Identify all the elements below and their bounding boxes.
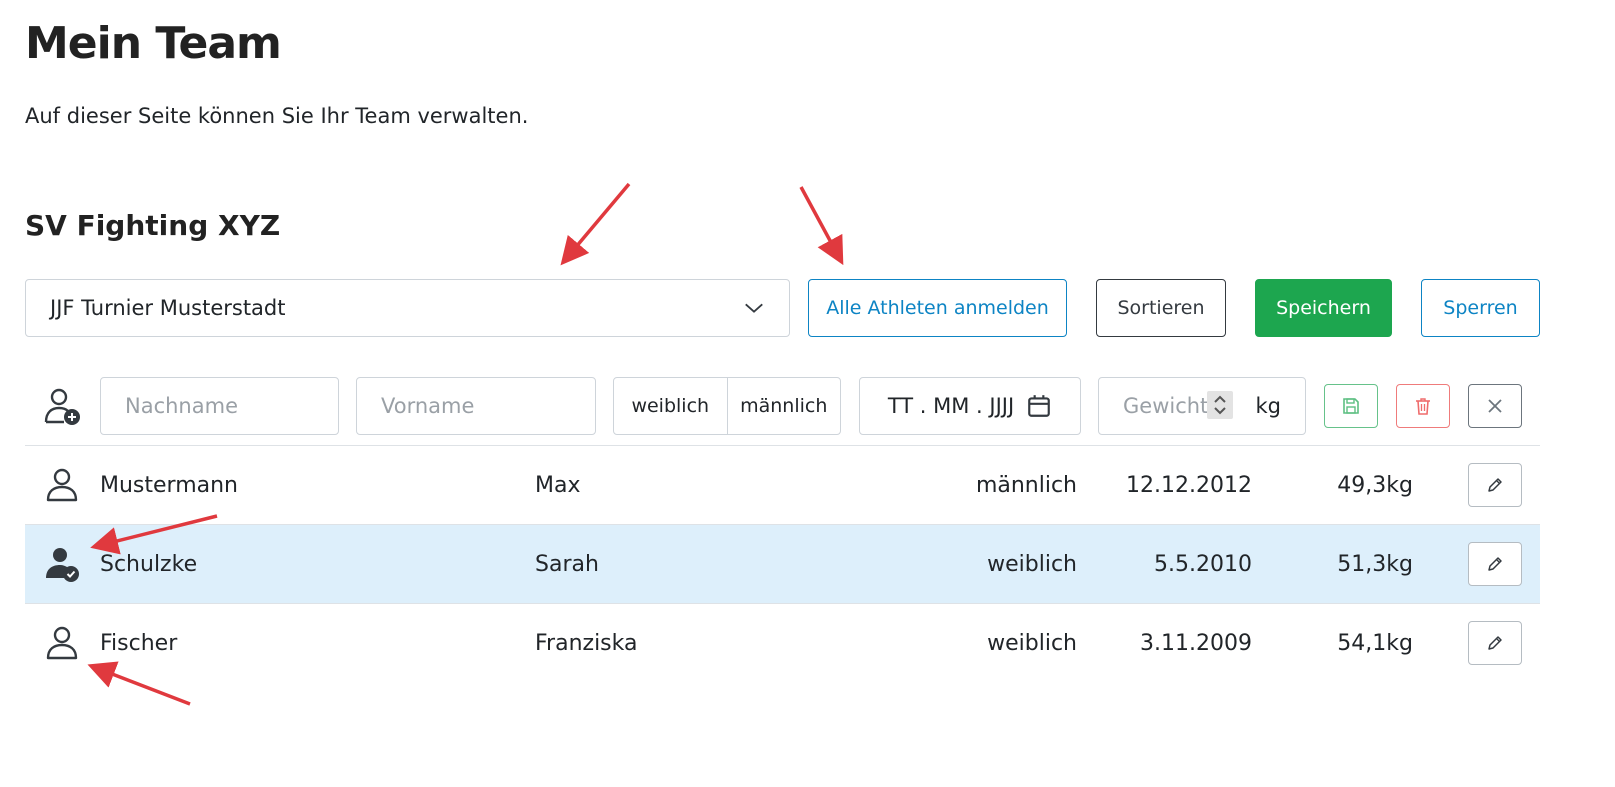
user-registered-icon[interactable] <box>43 545 81 583</box>
floppy-disk-icon <box>1343 398 1359 414</box>
athlete-firstname: Max <box>535 472 581 498</box>
weight-placeholder: Gewicht <box>1123 394 1209 418</box>
pencil-icon <box>1488 557 1502 571</box>
athlete-gender: weiblich <box>987 631 1077 656</box>
table-row: Fischer Franziska weiblich 3.11.2009 54,… <box>25 604 1540 683</box>
page-title: Mein Team <box>25 18 282 69</box>
birthdate-input[interactable]: TT . MM . JJJJ <box>859 377 1081 435</box>
annotation-arrow <box>560 182 631 266</box>
athlete-firstname: Sarah <box>535 551 599 577</box>
weight-unit: kg <box>1255 394 1282 418</box>
firstname-input[interactable] <box>356 377 596 435</box>
tournament-select[interactable]: JJF Turnier Musterstadt <box>25 279 790 337</box>
athlete-firstname: Franziska <box>535 631 638 656</box>
table-row: Schulzke Sarah weiblich 5.5.2010 51,3kg <box>25 525 1540 604</box>
gender-female-option[interactable]: weiblich <box>614 378 727 434</box>
athlete-gender: männlich <box>975 472 1077 498</box>
pencil-icon <box>1488 636 1502 650</box>
save-new-athlete-button[interactable] <box>1324 384 1378 428</box>
user-outline-icon[interactable] <box>43 466 81 504</box>
sort-button[interactable]: Sortieren <box>1096 279 1226 337</box>
edit-athlete-button[interactable] <box>1468 542 1522 586</box>
delete-new-athlete-button[interactable] <box>1396 384 1450 428</box>
calendar-icon[interactable] <box>1026 393 1052 419</box>
athlete-birthdate: 5.5.2010 <box>1154 551 1252 577</box>
gender-male-option[interactable]: männlich <box>726 378 841 434</box>
athlete-lastname: Mustermann <box>100 472 239 498</box>
birthdate-placeholder: TT . MM . JJJJ <box>887 394 1015 418</box>
edit-athlete-button[interactable] <box>1468 621 1522 665</box>
athlete-birthdate: 3.11.2009 <box>1140 631 1252 656</box>
athlete-lastname: Schulzke <box>100 551 198 577</box>
chevron-down-icon <box>745 303 763 313</box>
save-button[interactable]: Speichern <box>1255 279 1392 337</box>
athlete-weight: 54,1kg <box>1337 631 1413 656</box>
trash-icon <box>1416 398 1430 415</box>
athlete-lastname: Fischer <box>100 631 178 656</box>
lock-button[interactable]: Sperren <box>1421 279 1540 337</box>
team-name: SV Fighting XYZ <box>25 209 281 242</box>
cancel-new-athlete-button[interactable] <box>1468 384 1522 428</box>
pencil-icon <box>1488 478 1502 492</box>
annotation-arrow <box>799 186 844 266</box>
page-description: Auf dieser Seite können Sie Ihr Team ver… <box>25 104 529 128</box>
lastname-input[interactable] <box>100 377 339 435</box>
weight-spinner-icon[interactable] <box>1207 391 1233 419</box>
register-all-athletes-button[interactable]: Alle Athleten anmelden <box>808 279 1067 337</box>
close-icon <box>1488 399 1502 413</box>
table-row: Mustermann Max männlich 12.12.2012 49,3k… <box>25 446 1540 525</box>
tournament-select-value: JJF Turnier Musterstadt <box>50 296 286 320</box>
edit-athlete-button[interactable] <box>1468 463 1522 507</box>
athlete-gender: weiblich <box>987 551 1077 577</box>
gender-toggle-group: weiblich männlich <box>613 377 841 435</box>
athlete-weight: 49,3kg <box>1337 472 1413 498</box>
user-outline-icon[interactable] <box>43 624 81 662</box>
add-user-icon[interactable] <box>42 386 84 428</box>
athlete-birthdate: 12.12.2012 <box>1126 472 1252 498</box>
weight-input[interactable]: Gewicht kg <box>1098 377 1306 435</box>
athlete-weight: 51,3kg <box>1337 551 1413 577</box>
